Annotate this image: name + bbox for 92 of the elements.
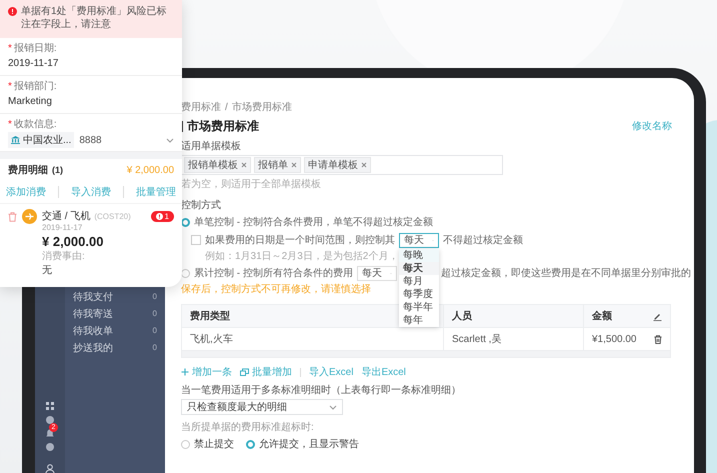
expense-code: (COST20) (94, 212, 131, 220)
checkbox[interactable] (191, 235, 201, 245)
grid-icon[interactable] (46, 402, 54, 411)
plane-icon (22, 209, 37, 224)
rule-select[interactable]: 只检查额度最大的明细 (181, 399, 343, 415)
trash-icon[interactable] (654, 334, 662, 344)
example-text: 例如：1月31日～2月3日，是为包括2个月， (205, 250, 398, 263)
cell-text: 飞机,火车 (190, 332, 233, 346)
dropdown-option[interactable]: 每晚 (399, 248, 439, 262)
item-count: 0 (152, 309, 157, 318)
breadcrumb-link[interactable]: 市场费用标准 (232, 100, 292, 114)
field-label: 报销部门: (14, 81, 57, 92)
breadcrumb-link[interactable]: 费用标准 (181, 100, 221, 114)
alert-text: 单据有1处「费用标准」风险已标注在字段上，请注意 (21, 5, 168, 31)
required-mark: * (8, 81, 12, 92)
section-label: 控制方式 (181, 199, 222, 212)
period-select[interactable]: 每天 (356, 266, 397, 280)
section-label: 适用单据模板 (181, 140, 242, 153)
caret-down-icon (166, 138, 174, 142)
question-label: 当所提单据的费用标准超标时: (181, 421, 315, 434)
close-icon[interactable] (291, 162, 297, 168)
sidebar-item[interactable]: 待我寄送 0 (65, 305, 165, 322)
option-label: 不得超过核定金额 (443, 234, 523, 247)
radio-button[interactable] (246, 440, 255, 448)
field-label: 报销日期: (14, 43, 57, 54)
option-label: 允许提交，且显示警告 (259, 438, 359, 451)
expense-category: 交通 / 飞机 (42, 210, 90, 223)
field-label: 收款信息: (14, 119, 57, 130)
option-label: 如果费用的日期是一个时间范围，则控制其 (205, 234, 395, 247)
hint-text: 若为空，则适用于全部单据模板 (181, 178, 322, 191)
radio-button[interactable] (181, 440, 190, 448)
sidebar-item[interactable]: 待我支付 0 (65, 288, 165, 305)
user-icon[interactable] (45, 464, 55, 473)
bank-icon (11, 136, 20, 144)
reason-label: 消费事由: (42, 250, 86, 263)
reason-text: 无 (42, 264, 53, 277)
bank-chip: 中国农业... (8, 132, 74, 148)
alert-icon (8, 7, 17, 16)
breadcrumb-separator: / (225, 102, 228, 112)
cell-text: Scarlett ,吴 (452, 333, 502, 346)
edit-icon[interactable] (653, 312, 662, 320)
dropdown-option[interactable]: 每月 (399, 274, 439, 288)
question-label: 当一笔费用适用于多条标准明细时（上表每行即一条标准明细） (181, 384, 462, 397)
close-icon[interactable] (361, 162, 367, 168)
menu-label: 待我收单 (73, 324, 113, 338)
stack-icon (240, 368, 249, 376)
cell-text: ¥1,500.00 (592, 334, 636, 344)
warning-text: 保存后，控制方式不可再修改，请谨慎选择 (181, 282, 371, 296)
dropdown-option[interactable]: 每季度 (399, 288, 439, 300)
dropdown-option[interactable]: 每半年 (399, 300, 439, 314)
option-label: 禁止提交 (194, 438, 234, 451)
required-mark: * (8, 119, 12, 130)
menu-label: 抄送我的 (73, 342, 113, 354)
payee-select[interactable]: 中国农业... 8888 (8, 132, 174, 148)
header-label: 人员 (452, 310, 472, 323)
sidebar-item[interactable]: 抄送我的 0 (65, 339, 165, 356)
header-label: 金额 (592, 309, 612, 323)
menu-label: 待我寄送 (73, 308, 113, 320)
close-icon[interactable] (241, 162, 247, 168)
tag-label: 申请单模板 (308, 158, 358, 172)
alert-icon (156, 212, 163, 220)
page-title: 市场费用标准 (187, 118, 259, 134)
option-label: 超过核定金额，即使这些费用是在不同单据里分别审批的 (440, 266, 691, 280)
plus-icon (181, 368, 189, 376)
period-select[interactable]: 每天 (399, 232, 439, 248)
tag-label: 报销单 (258, 158, 288, 172)
sidebar-item[interactable]: 待我收单 0 (65, 322, 165, 339)
dropdown-option[interactable]: 每年 (399, 314, 439, 326)
item-count: 0 (152, 326, 157, 335)
dropdown-option[interactable]: 每天 (399, 262, 439, 274)
menu-label: 待我支付 (73, 290, 113, 304)
required-mark: * (8, 43, 12, 54)
item-count: 0 (152, 343, 157, 352)
option-label: 累计控制 - 控制所有符合条件的费用 (194, 266, 353, 280)
field-value: Marketing (8, 95, 53, 109)
field-value: 2019-11-17 (8, 57, 60, 71)
option-label: 单笔控制 - 控制符合条件费用，单笔不得超过核定金额 (194, 216, 433, 229)
expense-item[interactable]: 交通 / 飞机 (COST20) 1 2019-11-17 ¥ 2,000.00 消费事由: 无 (0, 204, 182, 282)
section-title: 费用明细 (8, 164, 48, 177)
header-label: 费用类型 (190, 310, 230, 323)
radio-button[interactable] (181, 268, 190, 278)
circle-icon[interactable] (46, 416, 54, 424)
risk-badge: 1 (150, 210, 174, 222)
item-count: (1) (52, 165, 63, 175)
expense-amount: ¥ 2,000.00 (42, 234, 104, 249)
item-count: 0 (152, 292, 157, 301)
circle-icon[interactable] (46, 443, 54, 451)
expense-date: 2019-11-17 (42, 223, 84, 232)
caret-down-icon (329, 404, 337, 410)
total-amount: ¥ 2,000.00 (126, 164, 174, 176)
tag-label: 报销单模板 (188, 158, 238, 172)
tag-input-field[interactable]: 报销单模板 报销单 申请单模板 (181, 155, 503, 175)
